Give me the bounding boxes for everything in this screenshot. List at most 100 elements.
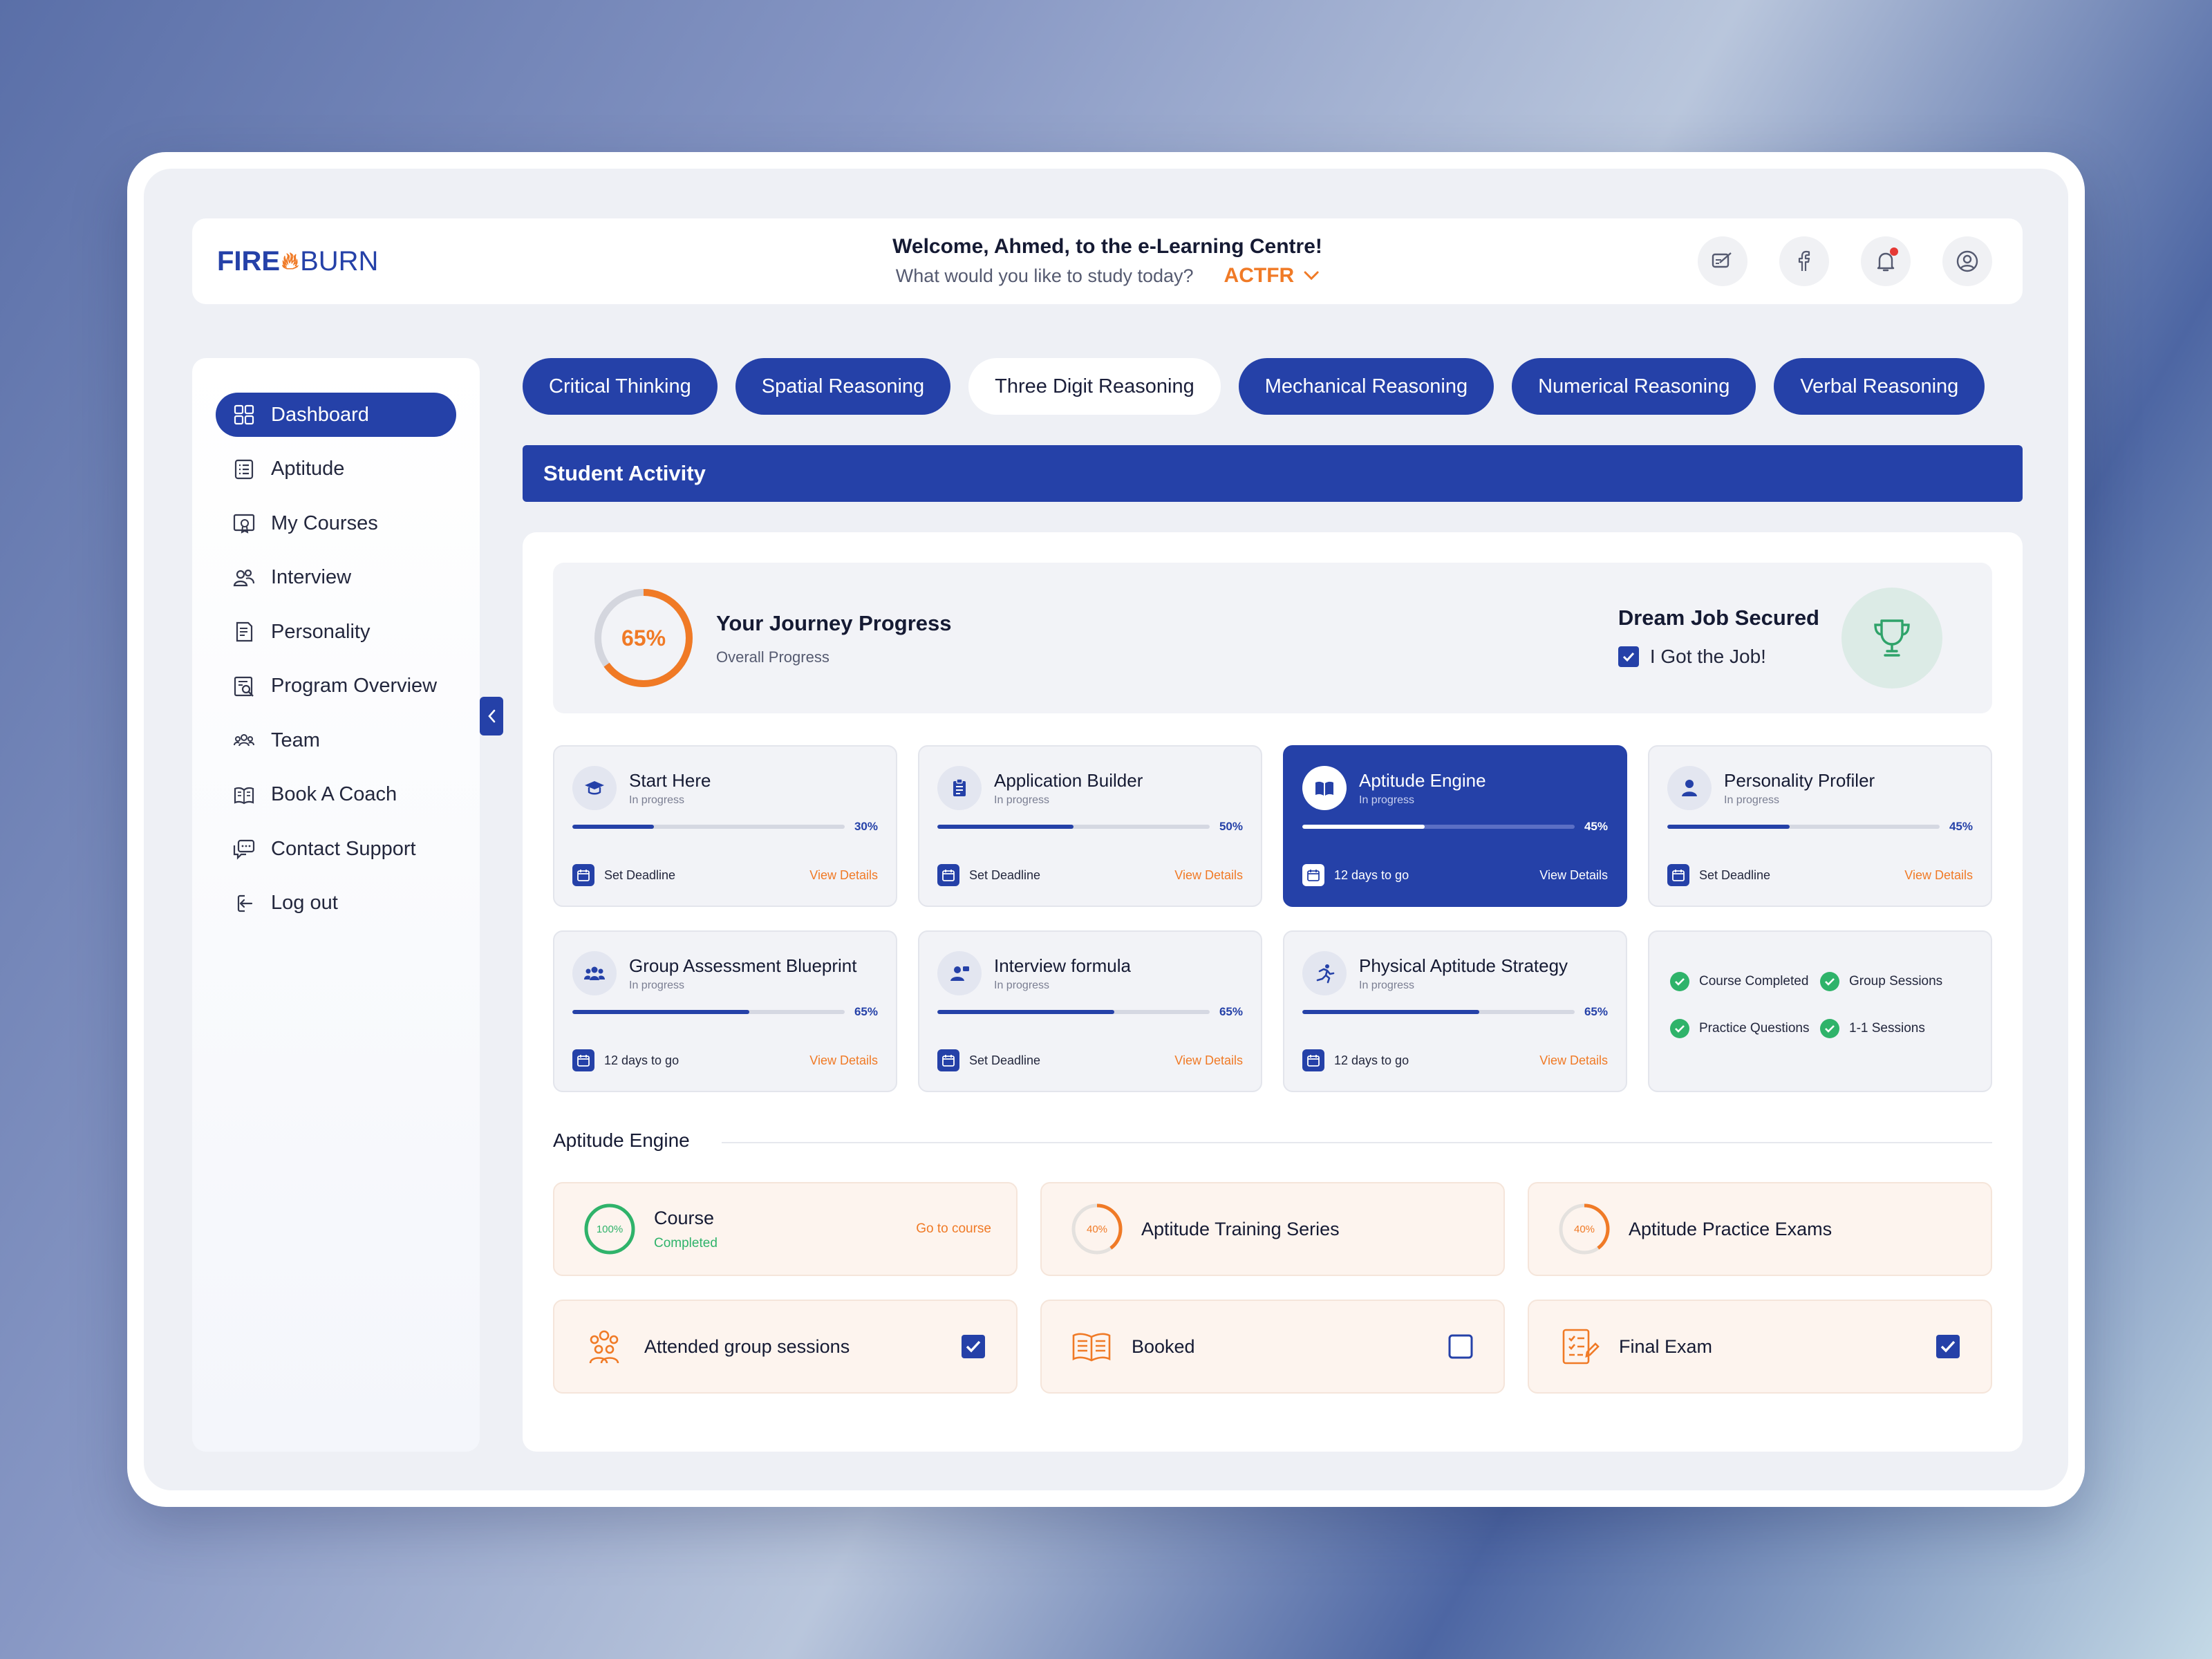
welcome-subtitle: What would you like to study today? xyxy=(895,265,1194,286)
brand-part-2: BURN xyxy=(300,245,379,276)
card-footer: 12 days to go View Details xyxy=(1302,864,1608,886)
got-job-checkbox[interactable]: I Got the Job! xyxy=(1618,646,1819,668)
module-card[interactable]: Application Builder In progress 50% Set Dea… xyxy=(918,745,1262,907)
trophy-icon xyxy=(1874,619,1910,657)
view-details-link[interactable]: View Details xyxy=(1174,1053,1243,1068)
card-progress: 50% xyxy=(937,820,1243,834)
checkbox-checked[interactable] xyxy=(961,1334,986,1359)
deadline-button[interactable]: 12 days to go xyxy=(1302,864,1409,886)
card-icon-wrap xyxy=(937,766,982,810)
progress-percent: 65% xyxy=(1584,1005,1608,1018)
calendar-badge xyxy=(1302,864,1324,886)
sidebar-item-log-out[interactable]: Log out xyxy=(216,881,456,926)
trophy-badge xyxy=(1841,588,1942,688)
group-sessions-icon xyxy=(589,1330,619,1364)
go-to-course-link[interactable]: Go to course xyxy=(916,1221,991,1237)
sidebar-item-my-courses[interactable]: My Courses xyxy=(216,501,456,545)
checklist-tile[interactable]: Attended group sessions xyxy=(553,1300,1018,1394)
deadline-button[interactable]: Set Deadline xyxy=(1667,864,1770,886)
program-code-dropdown[interactable]: ACTFR xyxy=(1224,264,1320,288)
view-details-link[interactable]: View Details xyxy=(1539,868,1608,883)
sidebar-item-program-overview[interactable]: Program Overview xyxy=(216,664,456,709)
tile-title: Course xyxy=(654,1207,715,1228)
tab-critical-thinking[interactable]: Critical Thinking xyxy=(523,358,718,415)
calendar-icon xyxy=(577,870,590,881)
view-details-link[interactable]: View Details xyxy=(1174,868,1243,883)
card-title: Start Here xyxy=(629,769,711,791)
app-frame: FIRE 🔥︎ BURN Welcome, Ahmed, to the e-Le… xyxy=(127,152,2085,1507)
checklist-tile[interactable]: Final Exam xyxy=(1528,1300,1992,1394)
view-details-link[interactable]: View Details xyxy=(1539,1053,1608,1068)
sidebar-item-contact-support[interactable]: Contact Support xyxy=(216,827,456,871)
sidebar-item-team[interactable]: Team xyxy=(216,718,456,762)
deadline-label: Set Deadline xyxy=(969,868,1041,882)
checklist-tile[interactable]: Booked xyxy=(1040,1300,1505,1394)
tab-verbal-reasoning[interactable]: Verbal Reasoning xyxy=(1774,358,1985,415)
progress-fill xyxy=(937,825,1074,829)
tile-progress-ring: 100% xyxy=(584,1203,635,1255)
module-card[interactable]: Personality Profiler In progress 45% Set De… xyxy=(1648,745,1992,907)
module-card[interactable]: Interview formula In progress 65% Set Deadl… xyxy=(918,930,1262,1092)
user-icon xyxy=(1956,250,1978,272)
tile-title: Final Exam xyxy=(1619,1335,1713,1357)
sidebar-item-interview[interactable]: Interview xyxy=(216,556,456,600)
profile-button[interactable] xyxy=(1942,236,1992,286)
calendar-badge xyxy=(1302,1049,1324,1071)
module-card[interactable]: Group Assessment Blueprint In progress 65%… xyxy=(553,930,897,1092)
section-divider xyxy=(722,1142,1992,1143)
facebook-button[interactable] xyxy=(1779,236,1829,286)
view-details-link[interactable]: View Details xyxy=(1904,868,1973,883)
card-progress: 65% xyxy=(937,1005,1243,1019)
sidebar-item-personality[interactable]: Personality xyxy=(216,610,456,654)
progress-percent: 65% xyxy=(1219,1005,1243,1018)
check-circle-icon xyxy=(1820,1019,1839,1038)
journey-progress-ring: 65% xyxy=(594,589,693,687)
collapse-sidebar-button[interactable] xyxy=(480,697,503,735)
deadline-button[interactable]: 12 days to go xyxy=(572,1049,679,1071)
interview-icon xyxy=(950,966,969,981)
progress-percent: 30% xyxy=(854,820,878,833)
sidebar-item-label: Personality xyxy=(271,620,371,643)
tab-numerical-reasoning[interactable]: Numerical Reasoning xyxy=(1512,358,1756,415)
deadline-label: Set Deadline xyxy=(604,868,676,882)
sidebar-item-book-a-coach[interactable]: Book A Coach xyxy=(216,773,456,817)
card-icon-wrap xyxy=(937,951,982,995)
progress-percent: 45% xyxy=(1584,820,1608,833)
deadline-label: Set Deadline xyxy=(1699,868,1771,882)
dream-job-block: Dream Job Secured I Got the Job! xyxy=(1618,606,1819,668)
tab-three-digit-reasoning[interactable]: Three Digit Reasoning xyxy=(968,358,1221,415)
card-icon-wrap xyxy=(1302,951,1347,995)
tab-mechanical-reasoning[interactable]: Mechanical Reasoning xyxy=(1238,358,1494,415)
sidebar-item-dashboard[interactable]: Dashboard xyxy=(216,393,456,437)
program-code: ACTFR xyxy=(1224,264,1295,287)
card-status: In progress xyxy=(994,979,1050,991)
checkbox-checked[interactable] xyxy=(1936,1334,1960,1359)
header-actions xyxy=(1698,236,1992,286)
document-icon xyxy=(236,621,253,642)
got-job-label: I Got the Job! xyxy=(1649,646,1766,667)
deadline-button[interactable]: Set Deadline xyxy=(572,864,675,886)
module-cards-grid: Start Here In progress 30% Set Deadline View… xyxy=(553,745,1992,1092)
notifications-button[interactable] xyxy=(1861,236,1911,286)
brand-logo[interactable]: FIRE 🔥︎ BURN xyxy=(217,246,378,277)
calendar-badge xyxy=(1667,864,1689,886)
module-card[interactable]: Aptitude Engine In progress 45% 12 days to … xyxy=(1283,745,1627,907)
progress-tile[interactable]: 100% Course Completed Go to course xyxy=(553,1182,1018,1276)
tile-title: Aptitude Practice Exams xyxy=(1629,1218,1833,1239)
deadline-button[interactable]: Set Deadline xyxy=(937,864,1040,886)
progress-tile[interactable]: 40% Aptitude Training Series xyxy=(1040,1182,1505,1276)
view-details-link[interactable]: View Details xyxy=(809,1053,878,1068)
module-card[interactable]: Start Here In progress 30% Set Deadline View… xyxy=(553,745,897,907)
deadline-button[interactable]: 12 days to go xyxy=(1302,1049,1409,1071)
brand-part-1: FIRE xyxy=(217,245,281,276)
sidebar-item-aptitude[interactable]: Aptitude xyxy=(216,447,456,491)
progress-track xyxy=(1302,1010,1575,1014)
module-card[interactable]: Physical Aptitude Strategy In progress 65%… xyxy=(1283,930,1627,1092)
tab-spatial-reasoning[interactable]: Spatial Reasoning xyxy=(735,358,951,415)
edit-button[interactable] xyxy=(1698,236,1747,286)
deadline-button[interactable]: Set Deadline xyxy=(937,1049,1040,1071)
people-icon xyxy=(233,569,255,586)
progress-tile[interactable]: 40% Aptitude Practice Exams xyxy=(1528,1182,1992,1276)
checkbox-unchecked[interactable] xyxy=(1448,1334,1473,1359)
view-details-link[interactable]: View Details xyxy=(809,868,878,883)
